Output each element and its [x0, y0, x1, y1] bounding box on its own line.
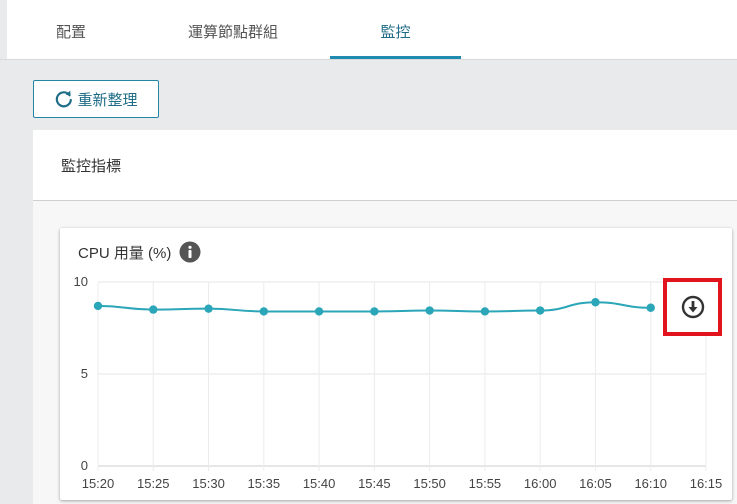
x-tick-label: 16:15 — [690, 476, 723, 491]
data-point[interactable] — [535, 306, 545, 315]
data-point[interactable] — [425, 306, 434, 315]
data-point[interactable] — [480, 307, 490, 316]
tab-config[interactable]: 配置 — [30, 0, 112, 59]
x-tick-label: 15:35 — [248, 476, 281, 491]
panel-title: 監控指標 — [61, 158, 122, 175]
data-point[interactable] — [204, 304, 213, 313]
cpu-usage-chart-card: CPU 用量 (%) 0 5 10 15:20 15:25 15:30 15:35 15:40… — [60, 228, 732, 500]
tab-monitoring[interactable]: 監控 — [330, 0, 461, 59]
data-point[interactable] — [314, 307, 324, 316]
x-tick-label: 15:55 — [469, 476, 502, 491]
download-chart-button[interactable] — [663, 278, 722, 336]
refresh-icon — [54, 89, 74, 109]
x-tick-label: 15:25 — [137, 476, 170, 491]
x-tick-label: 15:40 — [303, 476, 336, 491]
refresh-button[interactable]: 重新整理 — [33, 80, 159, 118]
x-tick-label: 16:05 — [579, 476, 612, 491]
tab-compute-node-groups[interactable]: 運算節點群組 — [160, 0, 306, 59]
data-point[interactable] — [591, 298, 600, 307]
refresh-label: 重新整理 — [77, 91, 138, 109]
active-tab-indicator — [330, 56, 461, 59]
data-point[interactable] — [646, 303, 655, 312]
y-tick-label: 10 — [74, 274, 88, 289]
data-point[interactable] — [149, 305, 158, 314]
x-tick-label: 15:45 — [358, 476, 391, 491]
cpu-line-chart: 0 5 10 15:20 15:25 15:30 15:35 15:40 15:45 15:50 1… — [74, 274, 723, 491]
y-tick-label: 0 — [81, 458, 88, 473]
tab-bar: 配置 運算節點群組 監控 — [0, 0, 737, 60]
data-point[interactable] — [93, 301, 103, 311]
x-tick-label: 16:00 — [524, 476, 557, 491]
x-tick-label: 15:50 — [413, 476, 446, 491]
x-tick-label: 16:10 — [634, 476, 667, 491]
y-tick-label: 5 — [81, 366, 88, 381]
x-tick-label: 15:30 — [192, 476, 225, 491]
download-icon — [680, 294, 706, 320]
data-point[interactable] — [370, 307, 379, 316]
data-point[interactable] — [259, 307, 269, 316]
x-tick-label: 15:20 — [82, 476, 115, 491]
metrics-panel-header: 監控指標 — [33, 130, 737, 201]
